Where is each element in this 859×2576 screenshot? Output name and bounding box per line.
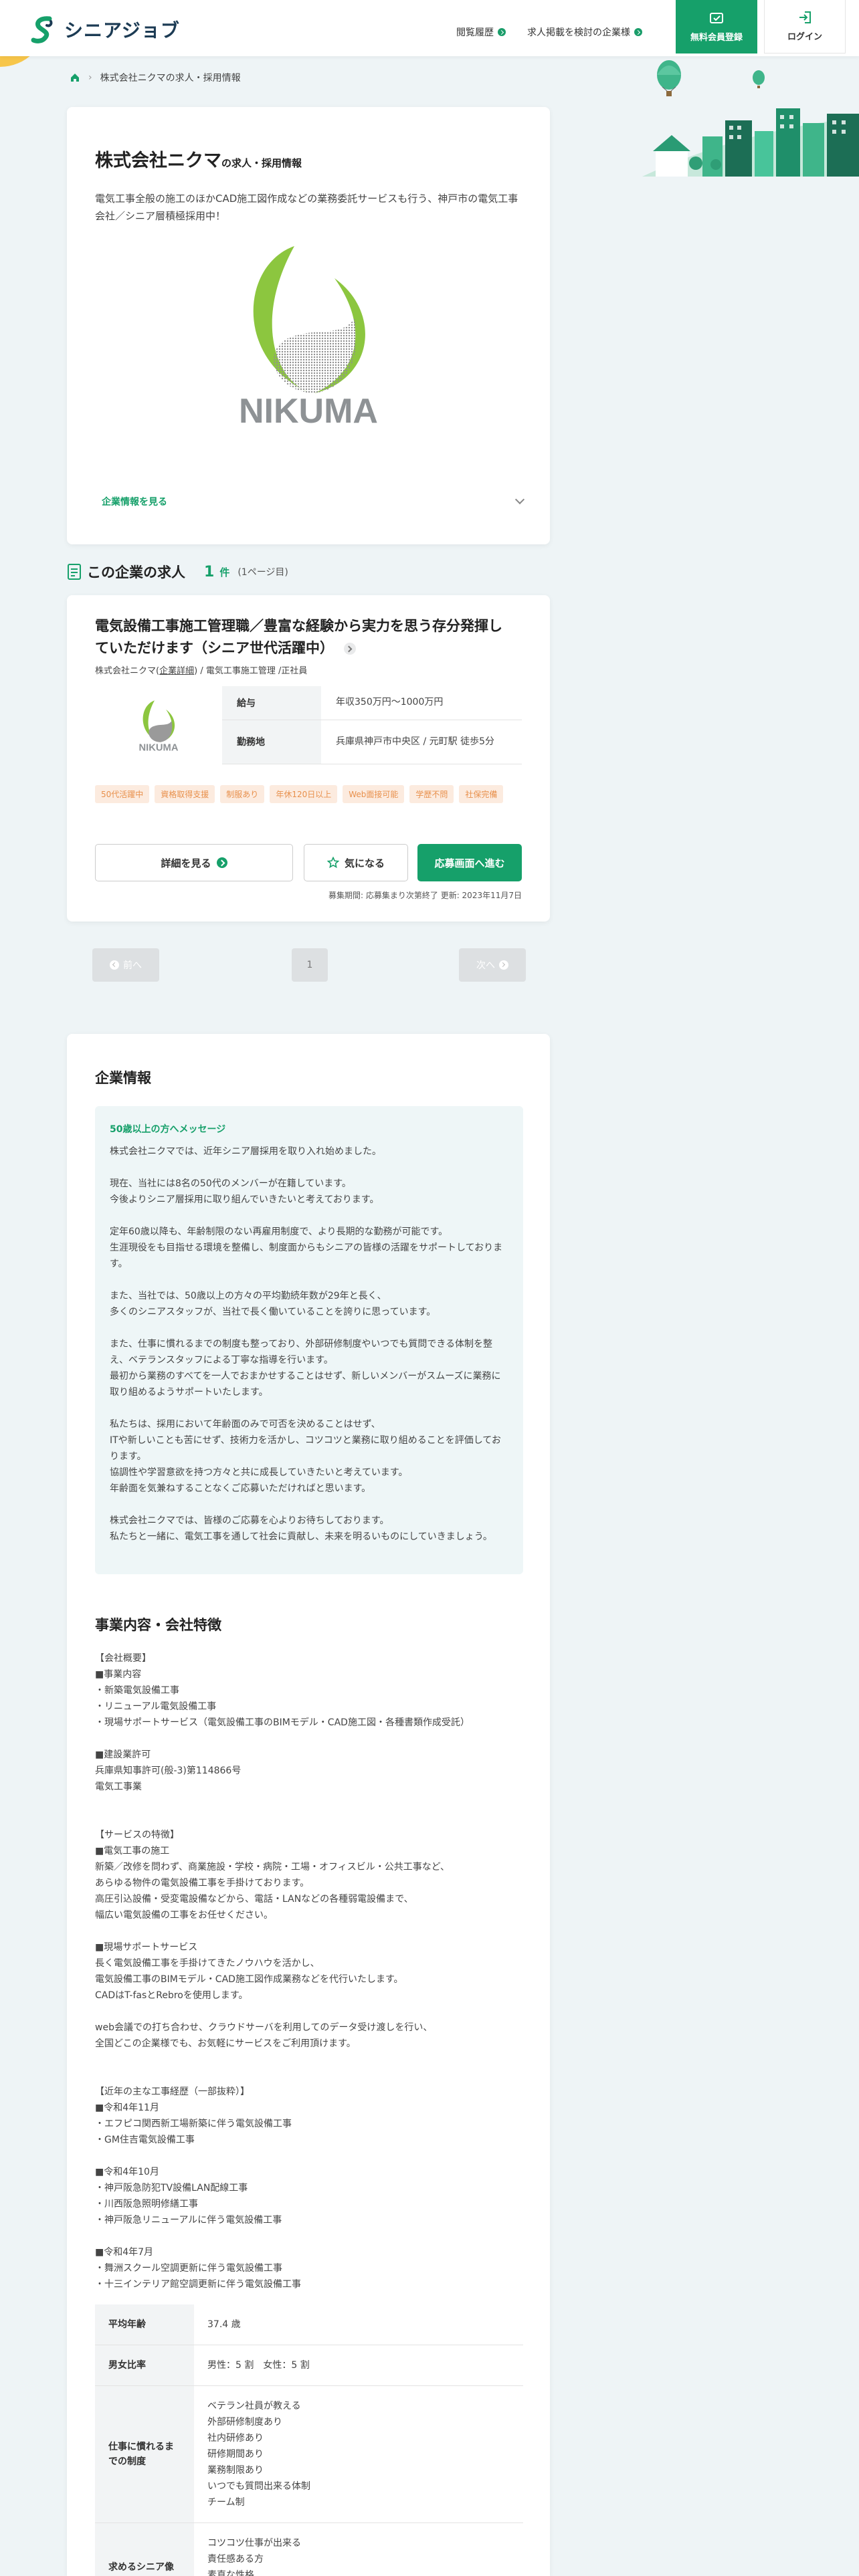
chevron-right-icon (499, 960, 508, 970)
job-thumbnail: NIKUMA (95, 687, 222, 762)
company-name: 株式会社ニクマ (95, 150, 221, 171)
breadcrumb-current: 株式会社ニクマの求人・採用情報 (100, 73, 241, 84)
company-card: 株式会社ニクマの求人・採用情報 電気工事全般の施工のほかCAD施工図作成などの業… (67, 107, 550, 544)
employer-link[interactable]: 求人掲載を検討の企業様 (527, 25, 642, 39)
company-info-table: 平均年齢 37.4 歳 男女比率 男性：5 割 女性：5 割 仕事に慣れるまでの… (95, 2304, 523, 2576)
jobs-count: 1 (204, 563, 215, 580)
job-card: 電気設備工事施工管理職／豊富な経験から実力を思う存分発揮していただけます（シニア… (67, 595, 550, 922)
job-employment: 正社員 (281, 666, 308, 676)
company-name-suffix: の求人・採用情報 (221, 157, 302, 169)
senior-message-title: 50歳以上の方へメッセージ (110, 1124, 226, 1135)
arrow-circle-icon (498, 28, 506, 36)
favorite-button[interactable]: 気になる (304, 844, 408, 881)
senior-message-body: 株式会社ニクマでは、近年シニア層採用を取り入れ始めました。 現在、当社には8名の… (110, 1146, 503, 1542)
info-label: 男女比率 (95, 2345, 194, 2386)
detail-label: 詳細を見る (161, 857, 211, 869)
job-tag: Web面接可能 (343, 785, 405, 803)
info-label: 平均年齢 (95, 2304, 194, 2345)
company-more-toggle[interactable]: 企業情報を見る (102, 494, 525, 508)
job-category: 電気工事施工管理 (205, 666, 276, 676)
star-icon (326, 857, 339, 869)
logo-mark-icon (29, 15, 59, 44)
pagination-next[interactable]: 次へ (459, 948, 526, 982)
pagination-current[interactable]: 1 (292, 948, 328, 982)
history-link[interactable]: 閲覧履歴 (456, 25, 506, 39)
job-tags: 50代活躍中 資格取得支援 制服あり 年休120日以上 Web面接可能 学歴不問… (95, 785, 523, 803)
info-value: コツコツ仕事が出来る 責任感ある方 素直な性格 ガッツがある (194, 2523, 523, 2576)
company-info-title: 企業情報 (95, 1070, 151, 1086)
job-tag: 学歴不問 (409, 785, 454, 803)
login-icon (799, 11, 811, 23)
history-label: 閲覧履歴 (456, 27, 494, 38)
jobs-count-unit: 件 (219, 566, 230, 578)
info-label: 求めるシニア像 (95, 2523, 194, 2576)
pagination-next-label: 次へ (476, 960, 495, 971)
info-value: ベテラン社員が教える 外部研修制度あり 社内研修あり 研修期間あり 業務制限あり… (194, 2385, 523, 2523)
svg-text:NIKUMA: NIKUMA (139, 742, 179, 753)
job-tag: 年休120日以上 (270, 785, 338, 803)
detail-button[interactable]: 詳細を見る (95, 844, 293, 881)
chevron-right-icon: › (88, 72, 92, 83)
pagination-prev[interactable]: 前へ (92, 948, 159, 982)
company-detail-link[interactable]: 企業詳細 (159, 666, 194, 676)
site-logo[interactable]: シニアジョブ (29, 15, 180, 44)
business-body: 【会社概要】 ■事業内容 ・新築電気設備工事 ・リニューアル電気設備工事 ・現場… (95, 1653, 470, 2290)
arrow-circle-icon (216, 857, 227, 868)
login-button[interactable]: ログイン (764, 0, 846, 53)
apply-label: 応募画面へ進む (434, 857, 505, 869)
arrow-circle-icon (344, 643, 357, 655)
senior-message-box: 50歳以上の方へメッセージ 株式会社ニクマでは、近年シニア層採用を取り入れ始めま… (95, 1106, 523, 1574)
jobs-heading: この企業の求人 1件 (1ページ目) (67, 562, 288, 582)
jobs-page-info: (1ページ目) (237, 567, 288, 578)
arrow-circle-icon (634, 28, 642, 36)
apply-button[interactable]: 応募画面へ進む (417, 844, 522, 881)
company-title: 株式会社ニクマの求人・採用情報 (95, 146, 302, 172)
employer-label: 求人掲載を検討の企業様 (527, 27, 630, 38)
info-value: 男性：5 割 女性：5 割 (194, 2345, 523, 2386)
company-more-label: 企業情報を見る (102, 497, 167, 508)
register-icon (710, 12, 723, 23)
job-summary-table: 給与 年収350万円〜1000万円 勤務地 兵庫県神戸市中央区 / 元町駅 徒歩… (222, 686, 522, 764)
favorite-label: 気になる (344, 857, 385, 869)
site-header: シニアジョブ 閲覧履歴 求人掲載を検討の企業様 無料会員登録 ログイン (0, 0, 859, 56)
company-description: 電気工事全般の施工のほかCAD施工図作成などの業務委託サービスも行う、神戸市の電… (95, 193, 518, 222)
register-button[interactable]: 無料会員登録 (676, 0, 757, 53)
company-info-card: 企業情報 50歳以上の方へメッセージ 株式会社ニクマでは、近年シニア層採用を取り… (67, 1034, 550, 2576)
job-subtitle: 株式会社ニクマ(企業詳細) / 電気工事施工管理 /正社員 (95, 666, 308, 676)
company-logo: NIKUMA (239, 246, 378, 427)
login-label: ログイン (787, 32, 822, 42)
svg-text:NIKUMA: NIKUMA (239, 392, 378, 427)
business-title: 事業内容・会社特徴 (95, 1617, 221, 1633)
job-tag: 50代活躍中 (95, 785, 150, 803)
info-value: 37.4 歳 (194, 2304, 523, 2345)
pagination-current-label: 1 (306, 960, 313, 970)
location-value: 兵庫県神戸市中央区 / 元町駅 徒歩5分 (321, 720, 522, 764)
location-label: 勤務地 (222, 720, 321, 764)
job-title[interactable]: 電気設備工事施工管理職／豊富な経験から実力を思う存分発揮していただけます（シニア… (95, 615, 510, 659)
job-title-text: 電気設備工事施工管理職／豊富な経験から実力を思う存分発揮していただけます（シニア… (95, 618, 502, 656)
salary-value: 年収350万円〜1000万円 (321, 686, 522, 720)
info-label: 仕事に慣れるまでの制度 (95, 2385, 194, 2523)
job-tag: 資格取得支援 (155, 785, 215, 803)
job-tag: 制服あり (220, 785, 265, 803)
logo-text: シニアジョブ (64, 19, 180, 41)
jobs-title: この企業の求人 (87, 564, 185, 580)
register-label: 無料会員登録 (690, 32, 743, 43)
chevron-down-icon (514, 494, 525, 505)
document-icon (68, 564, 81, 580)
salary-label: 給与 (222, 686, 321, 720)
breadcrumb: › 株式会社ニクマの求人・採用情報 (70, 71, 241, 84)
town-illustration (642, 60, 859, 177)
job-tag: 社保完備 (459, 785, 504, 803)
chevron-left-icon (110, 960, 119, 970)
job-company: 株式会社ニクマ (95, 666, 157, 676)
pagination-prev-label: 前へ (123, 960, 142, 971)
home-icon[interactable] (70, 72, 80, 83)
job-meta: 募集期間: 応募集まり次第終了 更新: 2023年11月7日 (328, 891, 522, 900)
